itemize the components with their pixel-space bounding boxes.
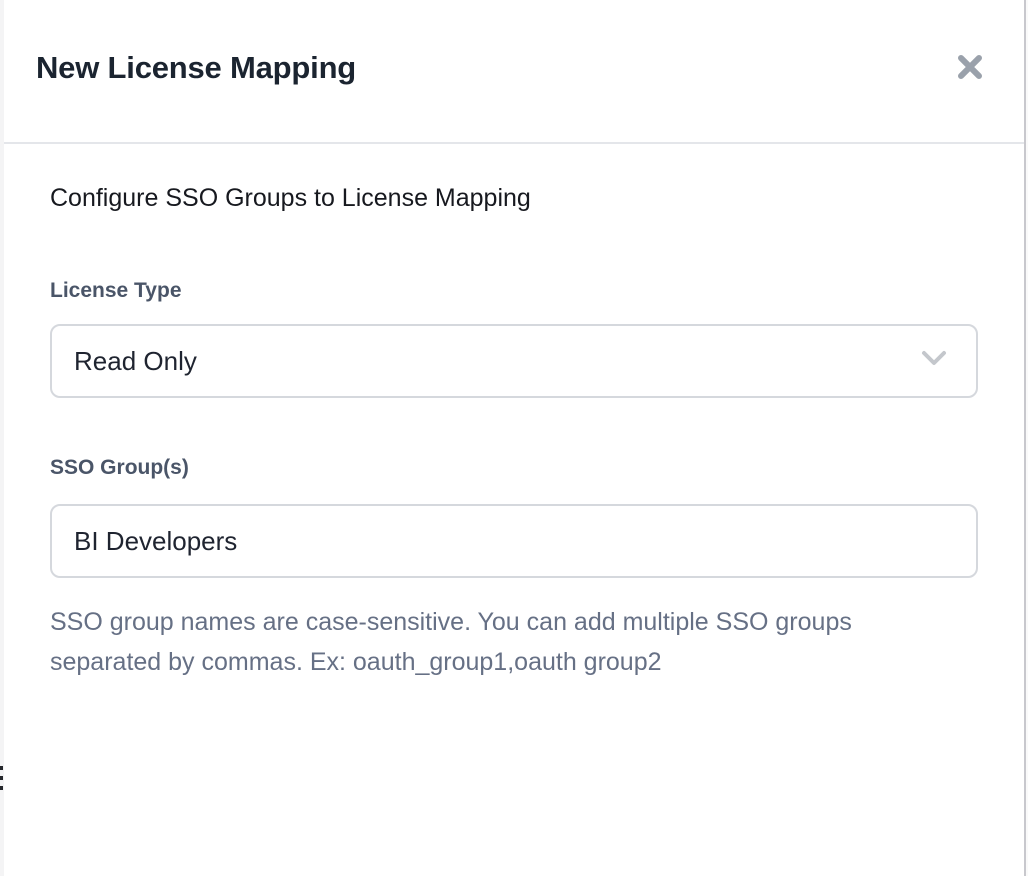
background-page-right-edge	[1024, 0, 1028, 876]
section-heading: Configure SSO Groups to License Mapping	[50, 184, 978, 213]
license-type-label: License Type	[50, 277, 978, 305]
background-list-icon	[0, 776, 3, 780]
chevron-down-icon	[918, 348, 950, 375]
close-button[interactable]	[950, 48, 990, 88]
license-type-select[interactable]: Read Only	[50, 324, 978, 398]
sso-groups-field: SSO Group(s) SSO group names are case-se…	[50, 454, 978, 682]
license-type-selected-value: Read Only	[74, 346, 918, 377]
sso-groups-label: SSO Group(s)	[50, 454, 978, 482]
modal-title: New License Mapping	[36, 50, 356, 86]
background-page-left-edge	[0, 0, 4, 876]
modal-body: Configure SSO Groups to License Mapping …	[4, 144, 1024, 682]
background-list-icon	[0, 786, 3, 790]
background-list-icon	[0, 766, 3, 770]
sso-groups-help-text: SSO group names are case-sensitive. You …	[50, 602, 930, 682]
sso-groups-input[interactable]	[50, 504, 978, 578]
new-license-mapping-modal: New License Mapping Configure SSO Groups…	[4, 0, 1024, 876]
close-icon	[954, 51, 986, 86]
license-type-field: License Type Read Only	[50, 277, 978, 398]
modal-header: New License Mapping	[4, 0, 1024, 144]
